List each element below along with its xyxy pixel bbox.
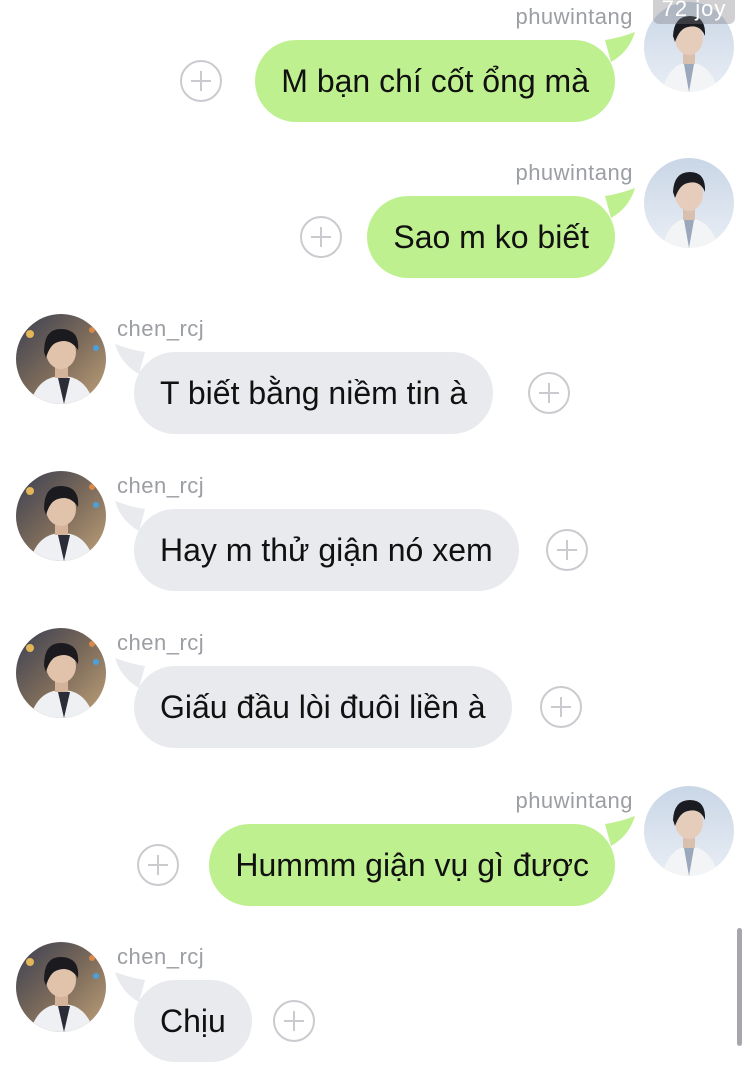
bubble-tail	[605, 32, 635, 62]
contact-avatar[interactable]	[16, 471, 106, 561]
sender-name: chen_rcj	[117, 316, 205, 341]
sender-name: phuwintang	[515, 160, 633, 185]
message-bubble[interactable]: Hummm giận vụ gì được	[209, 824, 615, 906]
watermark-label: 72 joy	[653, 0, 735, 24]
message-row: phuwintang Hummm giận vụ gì được	[0, 786, 750, 936]
user-avatar[interactable]	[644, 158, 734, 248]
chat-thread[interactable]: phuwintang M bạn chí cốt ổng mà 72 joy p…	[0, 0, 750, 1075]
plus-icon[interactable]	[528, 372, 570, 414]
sender-name: chen_rcj	[117, 944, 205, 969]
message-row: chen_rcj T biết bằng niềm tin à	[0, 314, 750, 464]
contact-avatar[interactable]	[16, 314, 106, 404]
message-row: phuwintang M bạn chí cốt ổng mà	[0, 2, 750, 152]
message-row: chen_rcj Hay m thử giận nó xem	[0, 471, 750, 621]
message-row: phuwintang Sao m ko biết	[0, 158, 750, 308]
sender-name: chen_rcj	[117, 630, 205, 655]
plus-icon[interactable]	[180, 60, 222, 102]
plus-icon[interactable]	[300, 216, 342, 258]
sender-name: chen_rcj	[117, 473, 205, 498]
plus-icon[interactable]	[540, 686, 582, 728]
message-bubble[interactable]: Sao m ko biết	[367, 196, 615, 278]
message-bubble[interactable]: Chịu	[134, 980, 252, 1062]
message-bubble[interactable]: Hay m thử giận nó xem	[134, 509, 519, 591]
message-row: chen_rcj Giấu đầu lòi đuôi liền à	[0, 628, 750, 778]
scrollbar[interactable]	[737, 928, 742, 1046]
sender-name: phuwintang	[515, 788, 633, 813]
bubble-tail	[605, 188, 635, 218]
user-avatar[interactable]	[644, 786, 734, 876]
contact-avatar[interactable]	[16, 628, 106, 718]
message-bubble[interactable]: T biết bằng niềm tin à	[134, 352, 494, 434]
sender-name: phuwintang	[515, 4, 633, 29]
message-bubble[interactable]: M bạn chí cốt ổng mà	[255, 40, 615, 122]
contact-avatar[interactable]	[16, 942, 106, 1032]
message-bubble[interactable]: Giấu đầu lòi đuôi liền à	[134, 666, 512, 748]
plus-icon[interactable]	[137, 844, 179, 886]
bubble-tail	[605, 816, 635, 846]
plus-icon[interactable]	[273, 1000, 315, 1042]
plus-icon[interactable]	[546, 529, 588, 571]
message-row: chen_rcj Chịu	[0, 942, 750, 1092]
